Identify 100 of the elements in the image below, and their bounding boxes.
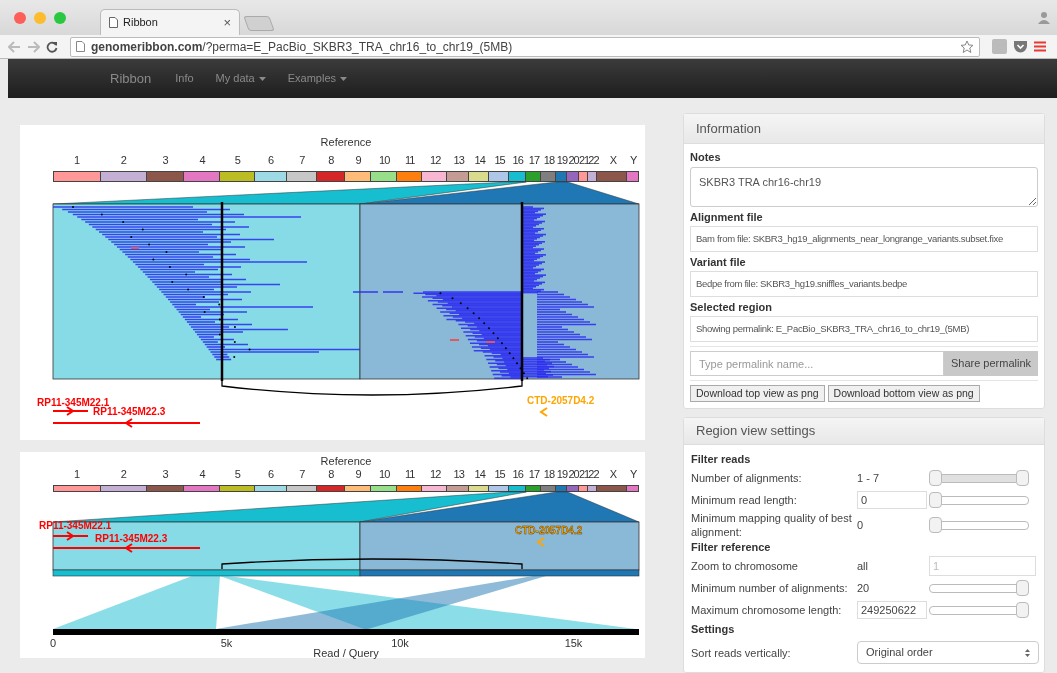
- section-heading: Filter reference: [691, 540, 772, 555]
- chromosome-segment[interactable]: [371, 172, 397, 181]
- download-button[interactable]: Download top view as png: [690, 385, 825, 402]
- chromosome-segment[interactable]: [220, 172, 255, 181]
- chromosome-segment[interactable]: [489, 486, 509, 491]
- panel-title: Region view settings: [696, 422, 816, 441]
- field-label: Variant file: [690, 255, 747, 269]
- menu-icon[interactable]: [1034, 41, 1046, 52]
- caret-icon: [258, 76, 266, 81]
- chromosome-label: Y: [630, 467, 637, 482]
- chromosome-label: X: [609, 153, 617, 168]
- chromosome-label: 15: [494, 467, 505, 482]
- download-button[interactable]: Download bottom view as png: [827, 385, 980, 402]
- chromosome-label: 13: [453, 467, 464, 482]
- address-bar[interactable]: genomeribbon.com/?perma=E_PacBio_SKBR3_TRA_chr16_to_chr19_(5MB): [70, 36, 980, 57]
- slider-handle[interactable]: [1016, 602, 1029, 618]
- brand-link[interactable]: Ribbon: [110, 68, 152, 89]
- notes-field[interactable]: SKBR3 TRA chr16-chr19: [690, 167, 1038, 207]
- slider-handle[interactable]: [929, 517, 942, 533]
- chromosome-segment[interactable]: [578, 486, 588, 491]
- caret-icon: [340, 76, 347, 81]
- chromosome-segment[interactable]: [578, 172, 588, 181]
- gene-label: RP11-345M22.1: [37, 397, 110, 408]
- chromosome-label: 22: [588, 467, 599, 482]
- chromosome-label: 9: [355, 153, 361, 168]
- chromosome-label: 5: [234, 467, 240, 482]
- user-icon[interactable]: [1037, 10, 1051, 24]
- gene-label: RP11-345M22.3: [93, 406, 166, 417]
- chromosome-segment[interactable]: [422, 172, 448, 181]
- chromosome-label: 17: [528, 467, 540, 482]
- chromosome-segment[interactable]: [508, 486, 526, 491]
- chromosome-label: 8: [328, 153, 334, 168]
- value-field[interactable]: 249250622: [857, 601, 927, 619]
- chromosome-segment[interactable]: [396, 486, 423, 491]
- file-field[interactable]: Bedpe from file: SKBR3_hg19.sniffles_variants.bedpe: [690, 271, 1038, 297]
- close-window-icon[interactable]: [14, 11, 26, 24]
- slider-handle[interactable]: [1016, 580, 1029, 596]
- setting-label: Zoom to chromosome: [691, 559, 799, 573]
- chromosome-label: 7: [299, 153, 305, 168]
- axis-tick-label: 15k: [564, 637, 583, 649]
- chromosome-segment[interactable]: [447, 172, 470, 181]
- chromosome-label: 22: [588, 153, 599, 168]
- chromosome-label: 14: [474, 467, 485, 482]
- slider-handle[interactable]: [929, 492, 942, 508]
- setting-value: all: [857, 558, 868, 574]
- star-icon[interactable]: [960, 39, 974, 54]
- share-permalink-button[interactable]: Share permalink: [944, 351, 1038, 376]
- chromosome-segment[interactable]: [447, 486, 470, 491]
- chromosome-label: 9: [355, 467, 361, 482]
- file-field[interactable]: Bam from file: SKBR3_hg19_alignments_near_longrange_variants.subset.fixe: [690, 226, 1038, 252]
- chromosome-segment[interactable]: [344, 486, 372, 491]
- chromosome-segment[interactable]: [344, 172, 372, 181]
- chromosome-segment[interactable]: [525, 172, 541, 181]
- chromosome-segment[interactable]: [525, 486, 541, 491]
- chromosome-segment[interactable]: [508, 172, 526, 181]
- slider-handle[interactable]: [1016, 470, 1029, 486]
- slider-handle[interactable]: [929, 470, 942, 486]
- chromosome-label: 10: [379, 467, 390, 482]
- value-field[interactable]: 0: [857, 491, 927, 509]
- chromosome-segment[interactable]: [587, 486, 598, 491]
- sort-select[interactable]: Original order: [857, 641, 1039, 664]
- chromosome-segment[interactable]: [469, 172, 490, 181]
- reference-title: Reference: [320, 455, 372, 467]
- pocket-icon[interactable]: [1013, 39, 1028, 54]
- chromosome-segment[interactable]: [254, 172, 287, 181]
- chromosome-segment[interactable]: [469, 486, 490, 491]
- chromosome-segment[interactable]: [184, 172, 221, 181]
- chromosome-label: 5: [234, 153, 240, 168]
- chromosome-label: 14: [474, 153, 485, 168]
- chromosome-segment[interactable]: [626, 172, 638, 181]
- chromosome-segment[interactable]: [626, 486, 638, 491]
- chromosome-segment[interactable]: [287, 486, 318, 491]
- chromosome-segment[interactable]: [184, 486, 221, 491]
- chromosome-segment[interactable]: [371, 486, 397, 491]
- reload-icon[interactable]: [46, 40, 58, 53]
- chromosome-segment[interactable]: [396, 172, 423, 181]
- panel-title: Information: [696, 119, 762, 138]
- page-icon: [109, 17, 118, 28]
- close-tab-button[interactable]: ×: [223, 16, 231, 29]
- chromosome-segment[interactable]: [422, 486, 448, 491]
- field-label: Alignment file: [690, 210, 764, 224]
- section-heading: Settings: [691, 622, 736, 637]
- chromosome-segment[interactable]: [489, 172, 509, 181]
- page-icon: [76, 41, 85, 52]
- chromosome-segment[interactable]: [220, 486, 255, 491]
- chromosome-field[interactable]: 1: [929, 556, 1036, 576]
- chromosome-segment[interactable]: [587, 172, 598, 181]
- browser-tab[interactable]: Ribbon ×: [100, 9, 240, 35]
- file-field[interactable]: Showing permalink: E_PacBio_SKBR3_TRA_chr16_to_chr19_(5MB): [690, 316, 1038, 342]
- chromosome-segment[interactable]: [146, 486, 185, 491]
- setting-value: 1 - 7: [857, 470, 879, 486]
- chromosome-segment[interactable]: [287, 172, 318, 181]
- permalink-field[interactable]: Type permalink name...: [690, 351, 944, 376]
- nav-link[interactable]: My data: [215, 70, 266, 87]
- nav-link[interactable]: Examples: [287, 70, 347, 87]
- chromosome-segment[interactable]: [146, 172, 185, 181]
- nav-link[interactable]: Info: [175, 70, 194, 87]
- chromosome-segment[interactable]: [254, 486, 287, 491]
- chromosome-label: 7: [299, 467, 305, 482]
- chromosome-label: 10: [379, 153, 390, 168]
